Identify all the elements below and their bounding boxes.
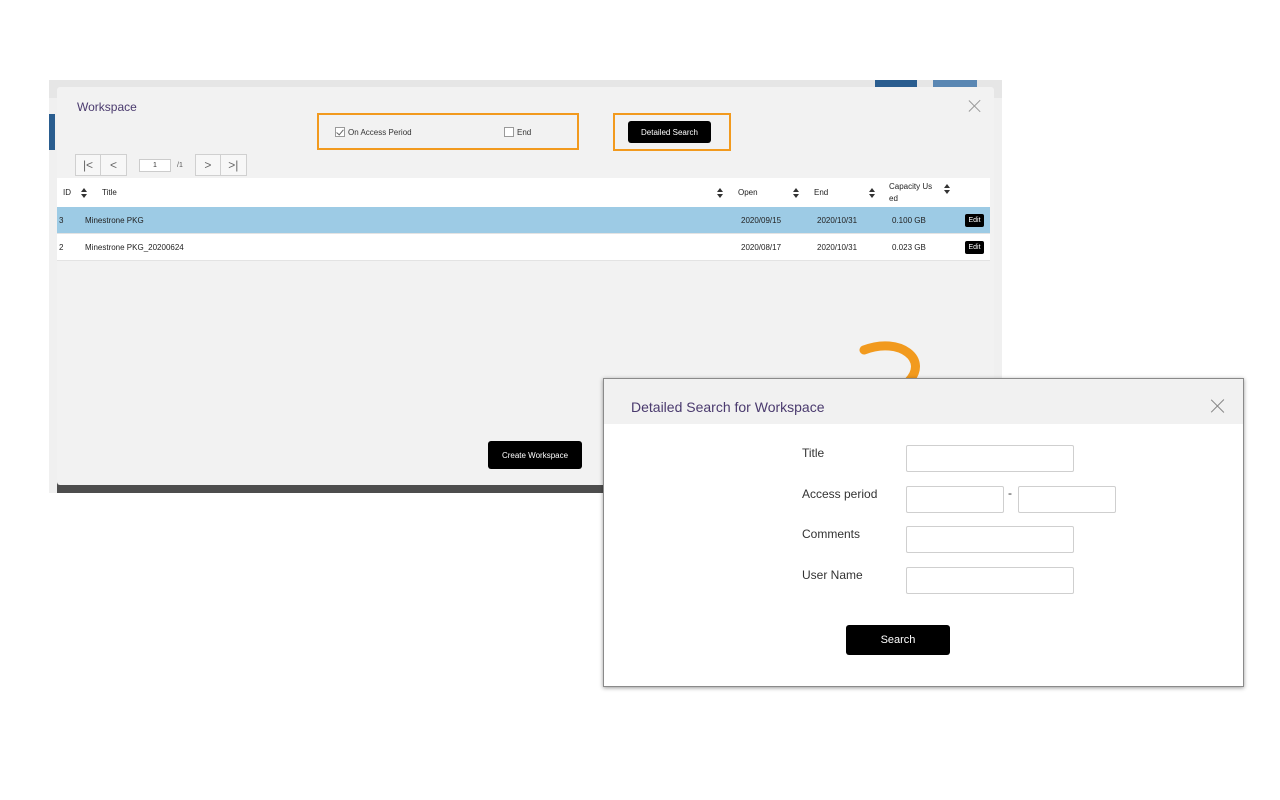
comments-label: Comments: [802, 527, 861, 541]
column-header-title[interactable]: Title: [102, 178, 117, 207]
workspace-modal-title: Workspace: [77, 100, 137, 114]
cell-end: 2020/10/31: [817, 243, 858, 252]
sort-icon[interactable]: [869, 188, 875, 198]
cell-title: Minestrone PKG_20200624: [85, 243, 184, 252]
last-page-icon: >|: [228, 158, 239, 172]
cell-title: Minestrone PKG: [85, 216, 144, 225]
chevron-right-icon: >: [204, 158, 212, 172]
last-page-button[interactable]: >|: [220, 154, 247, 176]
table-header: ID Title Open End Capacity Us ed: [57, 178, 990, 207]
cell-open: 2020/09/15: [741, 216, 782, 225]
detailed-search-button[interactable]: Detailed Search: [628, 121, 711, 143]
pagination: |< < /1 > >|: [75, 154, 247, 176]
sort-icon[interactable]: [81, 188, 87, 198]
end-filter-label: End: [517, 127, 532, 137]
cell-id: 3: [59, 216, 64, 225]
create-workspace-button[interactable]: Create Workspace: [488, 441, 582, 469]
column-header-end[interactable]: End: [814, 178, 828, 207]
cell-capacity: 0.100 GB: [892, 216, 926, 225]
search-button[interactable]: Search: [846, 625, 950, 655]
table-row[interactable]: 2 Minestrone PKG_20200624 2020/08/17 202…: [57, 234, 990, 261]
screenshot-stage: Workspace On Access Period End Detailed …: [0, 0, 1280, 800]
on-access-period-label: On Access Period: [348, 127, 412, 137]
column-header-capacity[interactable]: Capacity Us ed: [889, 178, 935, 207]
on-access-period-checkbox[interactable]: On Access Period: [335, 127, 412, 137]
workspace-table: ID Title Open End Capacity Us ed 3 Mines…: [57, 178, 990, 261]
page-total: /1: [177, 161, 183, 169]
cell-capacity: 0.023 GB: [892, 243, 926, 252]
sort-icon[interactable]: [944, 184, 950, 194]
detailed-search-modal: Detailed Search for Workspace Title Acce…: [603, 378, 1244, 687]
column-header-open[interactable]: Open: [738, 178, 758, 207]
first-page-icon: |<: [82, 158, 94, 172]
next-page-button[interactable]: >: [194, 154, 221, 176]
title-input[interactable]: [906, 445, 1074, 472]
title-label: Title: [802, 446, 825, 460]
cell-open: 2020/08/17: [741, 243, 782, 252]
close-icon[interactable]: [968, 99, 982, 113]
chevron-left-icon: <: [109, 158, 117, 172]
background-left-accent: [49, 114, 55, 150]
table-row[interactable]: 3 Minestrone PKG 2020/09/15 2020/10/31 0…: [57, 207, 990, 234]
access-period-label: Access period: [802, 487, 878, 501]
edit-button[interactable]: Edit: [965, 241, 984, 254]
user-name-input[interactable]: [906, 567, 1074, 594]
end-checkbox[interactable]: End: [504, 127, 531, 137]
first-page-button[interactable]: |<: [75, 154, 101, 176]
access-period-from-input[interactable]: [906, 486, 1004, 513]
checkbox-icon[interactable]: [504, 127, 514, 137]
detailed-search-title: Detailed Search for Workspace: [631, 399, 825, 415]
close-icon[interactable]: [1211, 399, 1225, 413]
edit-button[interactable]: Edit: [965, 214, 984, 227]
detailed-search-header: Detailed Search for Workspace: [604, 379, 1243, 424]
checkbox-checked-icon[interactable]: [335, 127, 345, 137]
background-left-panel: [49, 98, 57, 493]
sort-icon[interactable]: [717, 188, 723, 198]
column-header-id[interactable]: ID: [63, 178, 71, 207]
comments-input[interactable]: [906, 526, 1074, 553]
cell-end: 2020/10/31: [817, 216, 858, 225]
access-period-to-input[interactable]: [1018, 486, 1116, 513]
prev-page-button[interactable]: <: [101, 154, 127, 176]
sort-icon[interactable]: [793, 188, 799, 198]
access-period-separator: -: [1008, 486, 1012, 500]
page-number-input[interactable]: [139, 158, 171, 172]
cell-id: 2: [59, 243, 64, 252]
user-name-label: User Name: [802, 568, 863, 582]
